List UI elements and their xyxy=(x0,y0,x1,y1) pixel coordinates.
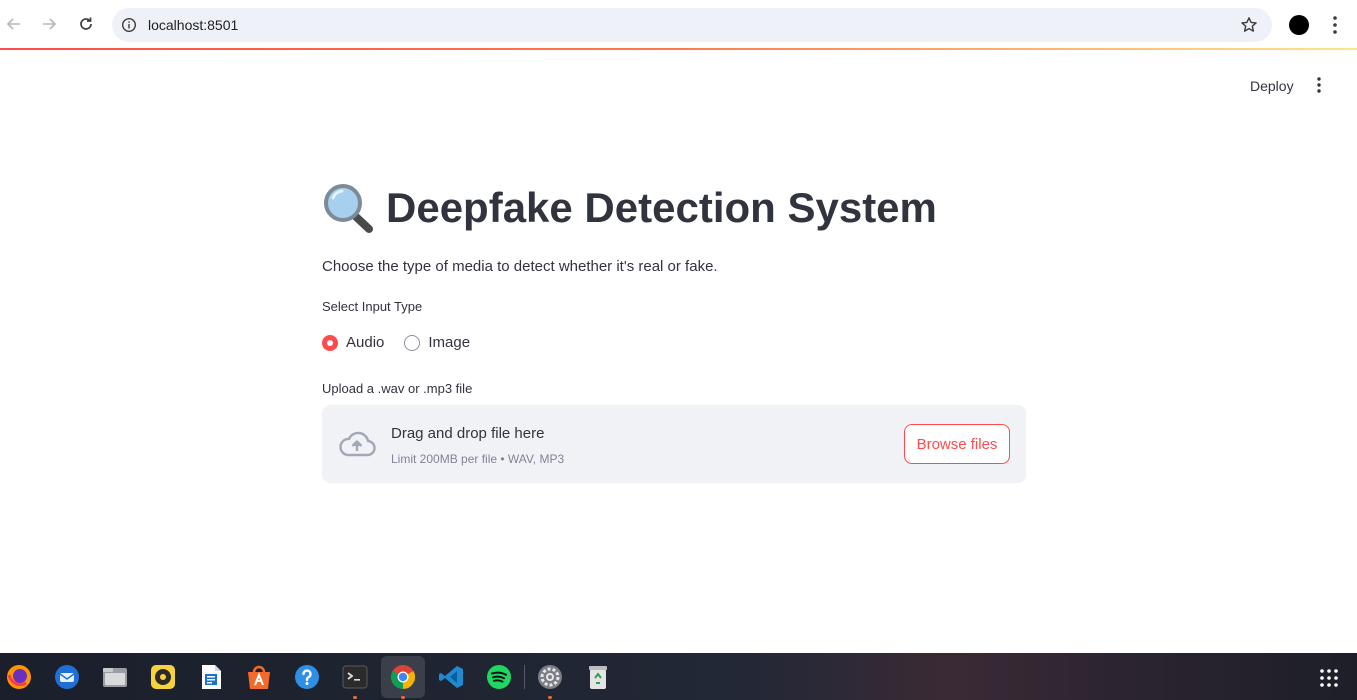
taskbar-separator xyxy=(524,665,525,689)
taskbar xyxy=(0,653,1357,700)
input-type-radio-group: Audio Image xyxy=(322,334,1026,351)
help-icon[interactable] xyxy=(293,663,321,691)
radio-unselected-indicator[interactable] xyxy=(404,334,421,351)
radio-option-label: Audio xyxy=(346,334,385,351)
vertical-dots-icon xyxy=(1333,16,1337,34)
title-text: Deepfake Detection System xyxy=(386,184,937,231)
browse-files-button[interactable]: Browse files xyxy=(904,424,1010,464)
back-button[interactable] xyxy=(2,12,26,36)
bookmark-star-icon[interactable] xyxy=(1240,16,1258,39)
files-icon[interactable] xyxy=(101,663,129,691)
radio-selected-indicator[interactable] xyxy=(322,334,338,351)
app-menu-button[interactable] xyxy=(1309,75,1329,95)
dropzone-limit-text: Limit 200MB per file • WAV, MP3 xyxy=(391,452,565,466)
browser-toolbar: localhost:8501 xyxy=(0,0,1357,48)
deploy-button[interactable]: Deploy xyxy=(1240,76,1304,96)
vscode-icon[interactable] xyxy=(437,663,465,691)
reload-icon xyxy=(80,17,92,30)
running-indicator xyxy=(401,696,405,699)
back-arrow-icon xyxy=(6,18,20,30)
trash-icon[interactable] xyxy=(584,663,612,691)
page-title: Deepfake Detection System xyxy=(322,180,1026,236)
settings-icon[interactable] xyxy=(536,663,564,691)
rhythmbox-icon[interactable] xyxy=(149,663,177,691)
radio-option-label: Image xyxy=(428,334,471,351)
forward-arrow-icon xyxy=(43,18,57,30)
main-content: Deepfake Detection System Choose the typ… xyxy=(322,180,1026,483)
running-indicator xyxy=(548,696,552,699)
writer-icon[interactable] xyxy=(197,663,225,691)
firefox-icon[interactable] xyxy=(5,663,33,691)
address-bar[interactable]: localhost:8501 xyxy=(112,8,1272,42)
radio-option-image[interactable]: Image xyxy=(404,334,470,351)
running-indicator xyxy=(353,696,357,699)
show-apps-icon[interactable] xyxy=(1319,668,1339,688)
file-uploader-label: Upload a .wav or .mp3 file xyxy=(322,381,473,396)
input-type-label: Select Input Type xyxy=(322,299,423,314)
radio-option-audio[interactable]: Audio xyxy=(322,334,384,351)
profile-avatar[interactable] xyxy=(1289,15,1309,35)
page-subtitle: Choose the type of media to detect wheth… xyxy=(322,258,718,275)
app-status-bar xyxy=(0,48,1357,50)
cloud-upload-icon xyxy=(339,431,376,457)
thunderbird-icon[interactable] xyxy=(53,663,81,691)
terminal-icon[interactable] xyxy=(341,663,369,691)
vertical-dots-icon xyxy=(1317,77,1321,93)
site-info-icon[interactable] xyxy=(121,17,137,38)
app-center-icon[interactable] xyxy=(245,663,273,691)
file-dropzone[interactable]: Drag and drop file here Limit 200MB per … xyxy=(322,405,1026,483)
url-text: localhost:8501 xyxy=(148,17,239,33)
forward-button[interactable] xyxy=(37,12,61,36)
browser-menu-button[interactable] xyxy=(1325,14,1345,36)
reload-button[interactable] xyxy=(74,12,98,36)
spotify-icon[interactable] xyxy=(485,663,513,691)
dropzone-instructions: Drag and drop file here xyxy=(391,425,545,442)
magnifying-glass-icon xyxy=(324,184,373,233)
chrome-icon[interactable] xyxy=(389,663,417,691)
